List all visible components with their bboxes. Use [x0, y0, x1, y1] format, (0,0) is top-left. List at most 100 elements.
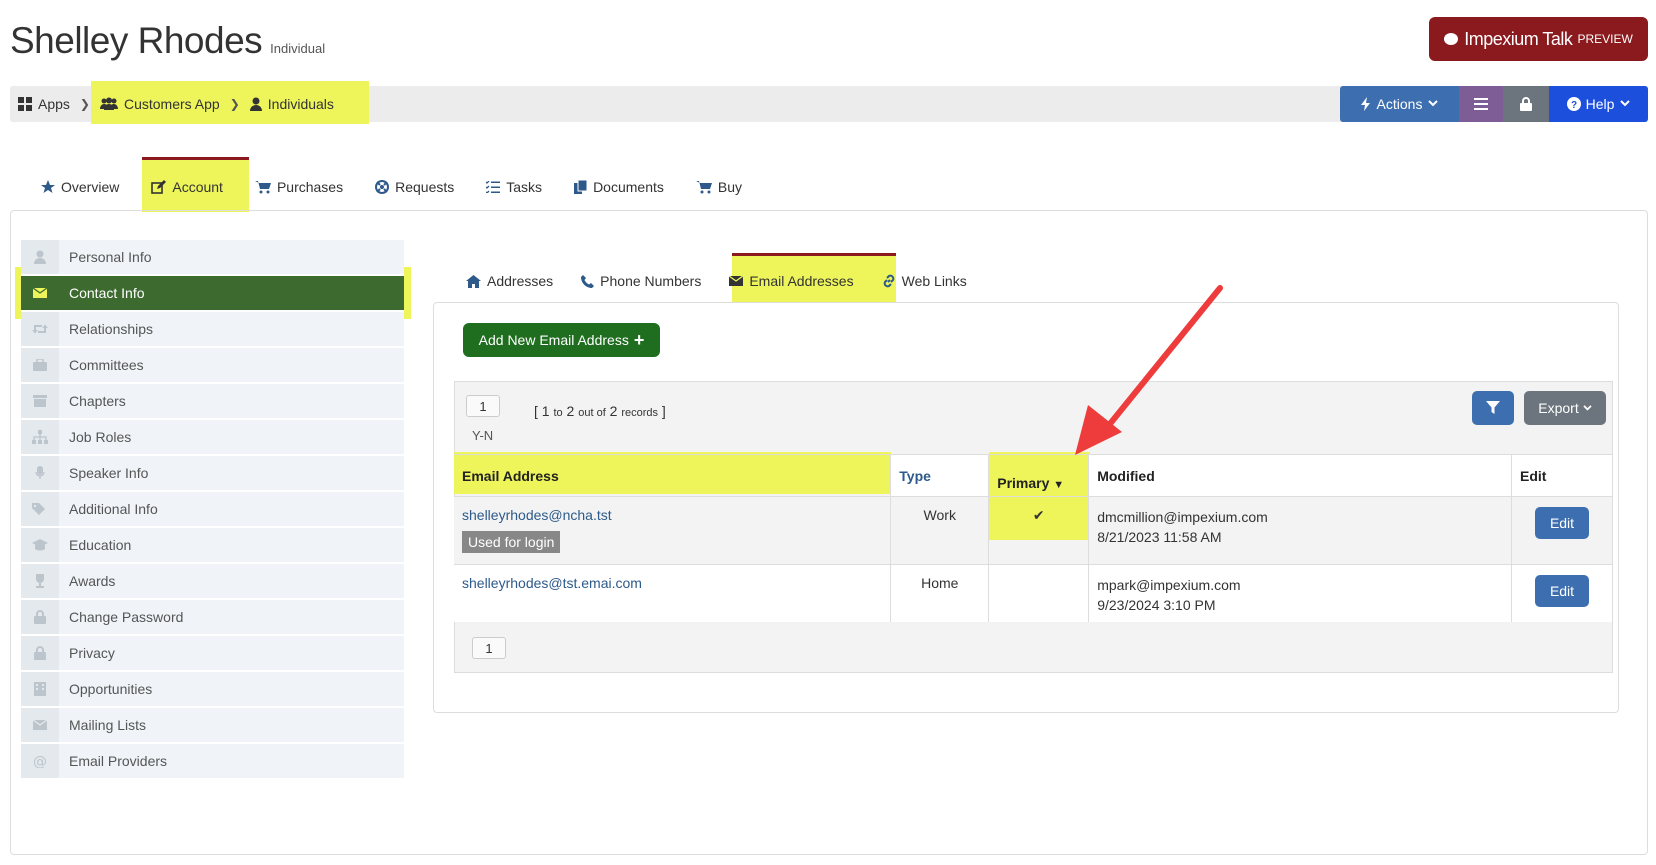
lifebuoy-icon: [375, 180, 390, 194]
trophy-icon: [21, 564, 59, 598]
sidebar-item-label: Job Roles: [69, 429, 132, 445]
lock-button[interactable]: [1503, 86, 1549, 122]
list-icon: [1474, 98, 1488, 110]
sidebar-item-label: Privacy: [69, 645, 115, 661]
sidebar-item-education[interactable]: Education: [21, 528, 404, 564]
pager-top[interactable]: 1: [466, 395, 500, 417]
list-view-button[interactable]: [1459, 86, 1503, 122]
breadcrumb-apps[interactable]: Apps: [10, 86, 78, 122]
retweet-icon: [21, 312, 59, 346]
impexium-talk-button[interactable]: Impexium Talk PREVIEW: [1429, 17, 1648, 61]
records-total: 2: [609, 403, 618, 419]
tab-tasks[interactable]: Tasks: [470, 164, 558, 210]
records-end: 2: [566, 403, 575, 419]
home-icon: [466, 274, 481, 288]
users-icon: [99, 97, 118, 110]
customer-type-label: Individual: [270, 41, 326, 56]
sidebar-item-awards[interactable]: Awards: [21, 564, 404, 600]
sidebar-item-relationships[interactable]: Relationships: [21, 312, 404, 348]
sidebar-item-label: Relationships: [69, 321, 154, 337]
column-header-primary[interactable]: Primary ▼: [988, 454, 1090, 497]
sidebar-item-label: Chapters: [69, 393, 126, 409]
sidebar-item-label: Mailing Lists: [69, 717, 147, 733]
briefcase-icon: [21, 348, 59, 382]
breadcrumb-individuals[interactable]: Individuals: [242, 86, 342, 122]
tab-addresses[interactable]: Addresses: [452, 258, 567, 304]
edit-button[interactable]: Edit: [1535, 575, 1589, 607]
sidebar-item-label: Personal Info: [69, 249, 152, 265]
tab-overview[interactable]: Overview: [25, 164, 135, 210]
modified-cell: dmcmillion@impexium.com 8/21/2023 11:58 …: [1088, 496, 1512, 565]
modified-at: 8/21/2023 11:58 AM: [1097, 529, 1222, 545]
tab-email-addresses[interactable]: Email Addresses: [715, 258, 867, 304]
sidebar-item-email-providers[interactable]: @ Email Providers: [21, 744, 404, 780]
column-header-primary-label: Primary: [997, 474, 1050, 491]
primary-cell: [988, 564, 1090, 622]
help-dropdown-button[interactable]: ? Help: [1549, 86, 1648, 122]
column-header-type[interactable]: Type: [890, 454, 990, 497]
records-start: 1: [541, 403, 550, 419]
breadcrumb-customers-app[interactable]: Customers App: [92, 86, 228, 122]
help-label: Help: [1585, 96, 1615, 112]
sidebar-item-additional-info[interactable]: Additional Info: [21, 492, 404, 528]
sitemap-icon: [21, 420, 59, 454]
account-sidebar: Personal Info Contact Info Relationships…: [21, 240, 404, 780]
tab-requests[interactable]: Requests: [359, 164, 470, 210]
actions-dropdown-button[interactable]: Actions: [1340, 86, 1459, 122]
chat-bubble-icon: [1444, 33, 1459, 45]
sidebar-item-job-roles[interactable]: Job Roles: [21, 420, 404, 456]
tab-tasks-label: Tasks: [506, 179, 543, 195]
sidebar-item-mailing-lists[interactable]: Mailing Lists: [21, 708, 404, 744]
sidebar-item-chapters[interactable]: Chapters: [21, 384, 404, 420]
documents-icon: [574, 180, 588, 194]
email-link[interactable]: shelleyrhodes@ncha.tst: [462, 507, 882, 523]
tab-buy-label: Buy: [717, 179, 742, 195]
used-for-login-badge: Used for login: [462, 531, 561, 553]
records-out-of: out of: [578, 407, 606, 419]
svg-text:?: ?: [1571, 100, 1577, 111]
tab-documents[interactable]: Documents: [558, 164, 680, 210]
sidebar-item-speaker-info[interactable]: Speaker Info: [21, 456, 404, 492]
sidebar-item-label: Education: [69, 537, 132, 553]
add-new-email-button[interactable]: Add New Email Address +: [463, 323, 660, 357]
star-icon: [41, 180, 55, 193]
sidebar-item-committees[interactable]: Committees: [21, 348, 404, 384]
annotation-arrow: [1075, 285, 1223, 455]
link-icon: [883, 274, 894, 288]
table-row: shelleyrhodes@ncha.tst Used for login Wo…: [454, 496, 1613, 565]
tab-overview-label: Overview: [61, 179, 120, 195]
sidebar-item-label: Email Providers: [69, 753, 168, 769]
tab-documents-label: Documents: [593, 179, 664, 195]
page-header: Shelley Rhodes Individual: [10, 20, 325, 62]
breadcrumb-apps-label: Apps: [38, 96, 70, 112]
export-dropdown-button[interactable]: Export: [1524, 391, 1606, 425]
sidebar-item-contact-info[interactable]: Contact Info: [21, 276, 404, 312]
tab-web-links[interactable]: Web Links: [868, 258, 981, 304]
chevron-right-icon: ❯: [229, 97, 240, 111]
email-link[interactable]: shelleyrhodes@tst.emai.com: [462, 575, 882, 591]
lock-icon: [21, 636, 59, 670]
edit-button[interactable]: Edit: [1535, 507, 1589, 539]
sidebar-item-label: Additional Info: [69, 501, 158, 517]
sidebar-item-change-password[interactable]: Change Password: [21, 600, 404, 636]
sidebar-item-privacy[interactable]: Privacy: [21, 636, 404, 672]
cart-icon: [695, 181, 712, 194]
tab-account[interactable]: Account: [135, 164, 239, 210]
tab-phone-numbers[interactable]: Phone Numbers: [567, 258, 715, 304]
table-header-row: Email Address Type Primary ▼ Modified Ed…: [454, 454, 1613, 497]
tab-purchases[interactable]: Purchases: [239, 164, 359, 210]
sidebar-item-personal-info[interactable]: Personal Info: [21, 240, 404, 276]
column-header-modified[interactable]: Modified: [1088, 454, 1512, 497]
chevron-right-icon: ❯: [79, 97, 90, 111]
modified-cell: mpark@impexium.com 9/23/2024 3:10 PM: [1088, 564, 1512, 622]
filter-button[interactable]: [1472, 391, 1514, 425]
tab-buy[interactable]: Buy: [680, 164, 758, 210]
user-icon: [21, 240, 59, 274]
modified-by: mpark@impexium.com: [1097, 577, 1241, 593]
building-icon: [21, 672, 59, 706]
tab-account-label: Account: [172, 179, 223, 195]
column-header-email[interactable]: Email Address: [454, 454, 892, 497]
pager-bottom[interactable]: 1: [472, 637, 506, 659]
sidebar-item-opportunities[interactable]: Opportunities: [21, 672, 404, 708]
tab-requests-label: Requests: [395, 179, 455, 195]
